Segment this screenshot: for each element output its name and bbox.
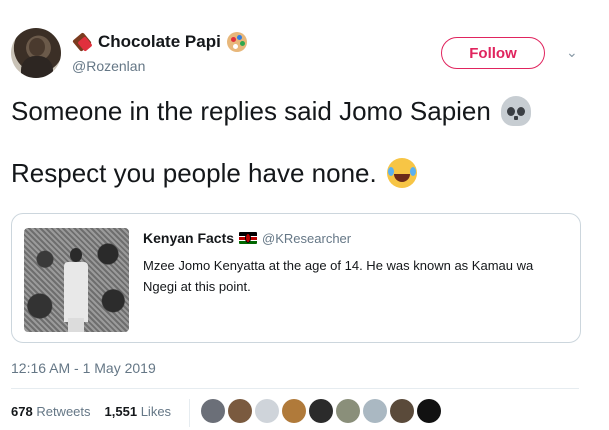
quoted-tweet-image[interactable] [24, 228, 129, 332]
divider [11, 388, 579, 389]
avatar-body [21, 56, 53, 78]
engagement-stats: 678 Retweets 1,551 Likes [11, 404, 171, 419]
chevron-down-icon[interactable]: ⌄ [566, 45, 580, 59]
liker-avatar[interactable] [255, 399, 279, 423]
retweets-stat[interactable]: 678 Retweets [11, 404, 91, 419]
photo-figure-legs [68, 318, 84, 332]
tweet-line-1-text: Someone in the replies said Jomo Sapien [11, 96, 491, 126]
author-handle[interactable]: @Rozenlan [72, 58, 145, 74]
author-display-name[interactable]: Chocolate Papi [98, 32, 221, 52]
tweet-line-2-text: Respect you people have none. [11, 158, 377, 188]
artist-palette-icon [226, 32, 247, 52]
retweets-label: Retweets [36, 404, 91, 419]
liker-avatars [201, 399, 441, 423]
tweet-text: Someone in the replies said Jomo Sapien … [11, 93, 601, 191]
kenya-flag-icon [239, 232, 258, 244]
follow-button[interactable]: Follow [441, 37, 545, 69]
liker-avatar[interactable] [201, 399, 225, 423]
photo-figure-head [70, 248, 82, 262]
skull-emoji-icon [500, 96, 531, 126]
retweets-count: 678 [11, 404, 33, 419]
quoted-author-handle[interactable]: @KResearcher [262, 231, 351, 246]
liker-avatar[interactable] [336, 399, 360, 423]
liker-avatar[interactable] [417, 399, 441, 423]
liker-avatar[interactable] [228, 399, 252, 423]
likes-label: Likes [140, 404, 172, 419]
liker-avatar[interactable] [363, 399, 387, 423]
tweet-timestamp[interactable]: 12:16 AM - 1 May 2019 [11, 360, 156, 376]
tears-of-joy-emoji-icon [386, 158, 417, 188]
liker-avatar[interactable] [390, 399, 414, 423]
photo-figure-body [64, 262, 88, 322]
author-avatar[interactable] [11, 28, 61, 78]
author-name-row[interactable]: Chocolate Papi [72, 32, 247, 52]
quoted-tweet-header: Kenyan Facts @KResearcher [143, 230, 351, 246]
chocolate-bar-icon [72, 32, 93, 52]
tweet-line-1: Someone in the replies said Jomo Sapien [11, 93, 601, 129]
stats-divider [189, 399, 190, 427]
quoted-author-name[interactable]: Kenyan Facts [143, 230, 234, 246]
avatar-head [29, 38, 45, 56]
tweet-card: Chocolate Papi @Rozenlan Follow ⌄ Someon… [0, 0, 609, 430]
likes-stat[interactable]: 1,551 Likes [105, 404, 172, 419]
tweet-line-2: Respect you people have none. [11, 155, 601, 191]
quoted-tweet[interactable]: Kenyan Facts @KResearcher Mzee Jomo Keny… [11, 213, 581, 343]
quoted-tweet-text: Mzee Jomo Kenyatta at the age of 14. He … [143, 258, 534, 294]
liker-avatar[interactable] [309, 399, 333, 423]
liker-avatar[interactable] [282, 399, 306, 423]
likes-count: 1,551 [104, 404, 138, 419]
